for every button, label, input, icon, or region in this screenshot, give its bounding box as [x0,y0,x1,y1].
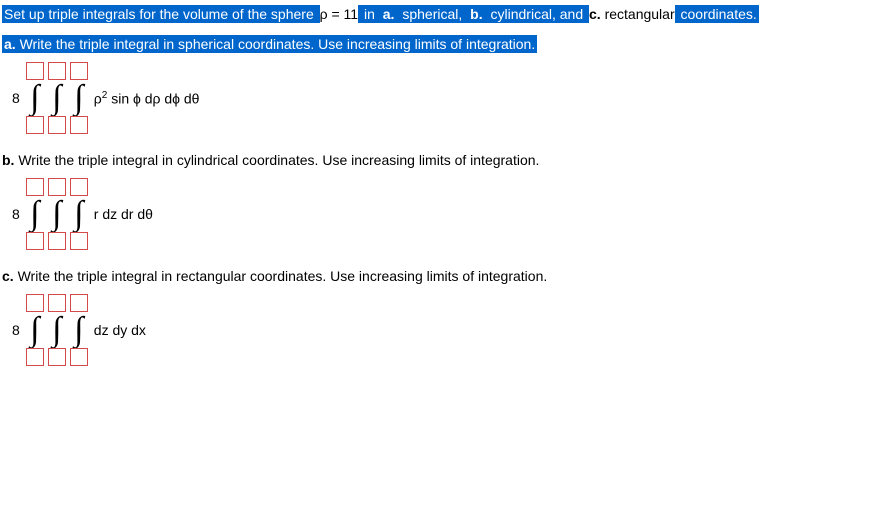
triple-integral-b: ∫ ∫ ∫ [26,178,88,250]
triple-integral-c: ∫ ∫ ∫ [26,294,88,366]
upper-limit-input[interactable] [26,62,44,80]
rho-equation: ρ = 11 [320,6,358,22]
upper-limit-input[interactable] [48,294,66,312]
triple-integral-a: ∫ ∫ ∫ [26,62,88,134]
part-a-coeff: 8 [12,90,20,106]
lower-limit-input[interactable] [48,116,66,134]
lower-limit-input[interactable] [70,232,88,250]
part-c-prompt: c. Write the triple integral in rectangu… [2,268,875,284]
integral-sign-icon: ∫ [30,313,39,347]
statement-seg2: in [358,5,381,23]
integral-unit: ∫ [70,178,88,250]
lower-limit-input[interactable] [70,116,88,134]
integral-sign-icon: ∫ [52,197,61,231]
integral-sign-icon: ∫ [74,313,83,347]
part-b-prompt: b. Write the triple integral in cylindri… [2,152,875,168]
lower-limit-input[interactable] [26,348,44,366]
part-c-label: c. [2,268,14,284]
label-c: c. [589,6,601,22]
lower-limit-input[interactable] [48,232,66,250]
rho-symbol: ρ [94,90,102,106]
part-a-label: a. [4,36,16,52]
upper-limit-input[interactable] [26,294,44,312]
part-c-text: Write the triple integral in rectangular… [14,268,548,284]
part-b-integral: 8 ∫ ∫ ∫ r dz dr dθ [12,178,875,250]
part-a-prompt: a. Write the triple integral in spherica… [2,36,875,52]
part-c-integral: 8 ∫ ∫ ∫ dz dy dx [12,294,875,366]
integral-sign-icon: ∫ [30,81,39,115]
integral-unit: ∫ [26,294,44,366]
integral-sign-icon: ∫ [52,81,61,115]
problem-statement: Set up triple integrals for the volume o… [2,6,875,22]
statement-seg4: cylindrical, and [485,5,589,23]
integral-sign-icon: ∫ [74,81,83,115]
lower-limit-input[interactable] [26,232,44,250]
integral-sign-icon: ∫ [74,197,83,231]
part-a-text: Write the triple integral in spherical c… [16,36,536,52]
part-b-coeff: 8 [12,206,20,222]
integral-unit: ∫ [48,62,66,134]
lower-limit-input[interactable] [70,348,88,366]
part-b-text: Write the triple integral in cylindrical… [14,152,539,168]
statement-seg6: coordinates. [675,5,759,23]
statement-seg5: rectangular [601,6,675,22]
integral-unit: ∫ [70,62,88,134]
part-c-coeff: 8 [12,322,20,338]
integrand-rest: sin ϕ dρ dϕ dθ [107,90,199,106]
integrand-a: ρ2 sin ϕ dρ dϕ dθ [94,90,200,107]
lower-limit-input[interactable] [26,116,44,134]
upper-limit-input[interactable] [70,178,88,196]
part-b-label: b. [2,152,14,168]
lower-limit-input[interactable] [48,348,66,366]
upper-limit-input[interactable] [70,62,88,80]
integral-unit: ∫ [26,178,44,250]
integrand-c: dz dy dx [94,322,146,338]
integral-unit: ∫ [70,294,88,366]
integral-sign-icon: ∫ [30,197,39,231]
upper-limit-input[interactable] [70,294,88,312]
label-b: b. [468,5,484,23]
integral-sign-icon: ∫ [52,313,61,347]
upper-limit-input[interactable] [26,178,44,196]
integrand-b: r dz dr dθ [94,206,153,222]
upper-limit-input[interactable] [48,178,66,196]
integral-unit: ∫ [48,294,66,366]
part-a-integral: 8 ∫ ∫ ∫ ρ2 sin ϕ dρ dϕ dθ [12,62,875,134]
integral-unit: ∫ [26,62,44,134]
label-a: a. [381,5,397,23]
statement-seg3: spherical, [396,5,468,23]
upper-limit-input[interactable] [48,62,66,80]
statement-seg1: Set up triple integrals for the volume o… [2,5,320,23]
integral-unit: ∫ [48,178,66,250]
